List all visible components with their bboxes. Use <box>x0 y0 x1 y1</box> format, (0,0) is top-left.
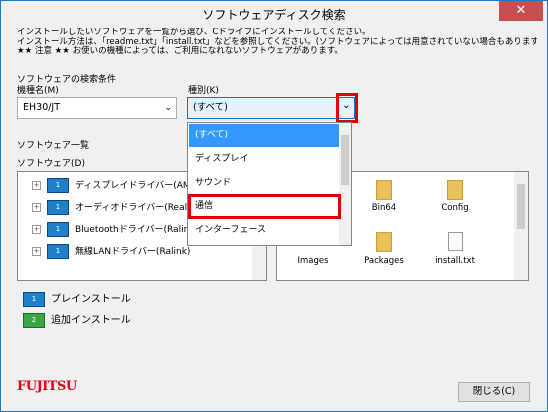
file-label: Packages <box>364 256 404 266</box>
preinstall-icon: 1 <box>47 178 69 193</box>
tree-item[interactable]: +1 無線LANドライバー(Ralink) <box>32 244 190 260</box>
model-label: 機種名(M) <box>17 86 59 96</box>
text-file-icon[interactable] <box>448 232 463 251</box>
tree-item-label: オーディオドライバー(Realtek) <box>75 203 205 213</box>
type-combobox[interactable]: (すべて) <box>187 97 355 119</box>
type-dropdown-list[interactable]: (すべて) ディスプレイ サウンド 通信 インターフェース <box>187 122 352 246</box>
expand-icon[interactable]: + <box>32 225 41 234</box>
addinstall-icon: 2 <box>23 312 45 328</box>
chevron-down-icon: ⌄ <box>164 103 172 113</box>
instruction-line-3: ★★ 注意 ★★ お使いの機種によっては、ご利用になれないソフトウェアがあります… <box>17 46 343 56</box>
fujitsu-logo: FUJITSU <box>17 379 77 394</box>
folder-icon[interactable] <box>376 180 392 200</box>
model-combobox[interactable]: EH30/JT ⌄ <box>17 97 177 119</box>
tree-item[interactable]: +1 オーディオドライバー(Realtek) <box>32 200 205 216</box>
tree-item[interactable]: +1 ディスプレイドライバー(AMD) <box>32 178 201 194</box>
dropdown-option[interactable]: インターフェース <box>189 219 340 242</box>
folder-icon[interactable] <box>447 180 463 200</box>
preinstall-icon: 1 <box>47 200 69 215</box>
instructions: インストールしたいソフトウェアを一覧から選び、Cドライブにインストールしてくださ… <box>17 28 537 57</box>
legend-addinstall-label: 追加インストール <box>51 315 131 326</box>
chevron-down-icon[interactable]: ⌄ <box>342 100 350 111</box>
tree-item[interactable]: +1 Bluetoothドライバー(Ralink) <box>32 222 198 238</box>
software-group-label: ソフトウェア一覧 <box>17 141 90 151</box>
type-value: (すべて) <box>193 102 228 113</box>
preinstall-icon: 1 <box>23 291 45 307</box>
preinstall-icon: 1 <box>47 222 69 237</box>
main-window: ソフトウェアディスク検索 ✕ インストールしたいソフトウェアを一覧から選び、Cド… <box>0 0 548 412</box>
legend-addinstall: 2 追加インストール <box>23 311 131 328</box>
file-label: Images <box>297 256 329 266</box>
tree-item-label: Bluetoothドライバー(Ralink) <box>75 225 199 235</box>
folder-icon[interactable] <box>376 232 392 252</box>
software-list-label: ソフトウェア(D) <box>17 159 85 169</box>
window-title: ソフトウェアディスク検索 <box>202 8 346 22</box>
dropdown-option[interactable]: (すべて) <box>189 124 340 147</box>
close-button[interactable]: 閉じる(C) <box>458 382 530 402</box>
expand-icon[interactable]: + <box>32 181 41 190</box>
tree-item-label: 無線LANドライバー(Ralink) <box>75 247 191 257</box>
title-bar: ソフトウェアディスク検索 ✕ <box>1 1 547 27</box>
type-label: 種別(K) <box>188 86 219 96</box>
dropdown-option[interactable]: ディスプレイ <box>189 148 340 171</box>
scrollbar-thumb[interactable] <box>341 135 349 185</box>
file-label: Bin64 <box>371 203 397 213</box>
tree-item-label: ディスプレイドライバー(AMD) <box>75 181 202 191</box>
file-scrollbar[interactable] <box>514 172 528 280</box>
expand-icon[interactable]: + <box>32 247 41 256</box>
model-value: EH30/JT <box>23 102 61 113</box>
dropdown-scrollbar[interactable] <box>339 123 351 245</box>
legend-preinstall: 1 プレインストール <box>23 290 131 307</box>
option-highlight <box>188 194 341 219</box>
preinstall-icon: 1 <box>47 244 69 259</box>
window-close-button[interactable]: ✕ <box>499 1 543 21</box>
dropdown-option[interactable]: サウンド <box>189 172 340 195</box>
file-label: install.txt <box>435 256 475 266</box>
file-label: Config <box>441 203 469 213</box>
expand-icon[interactable]: + <box>32 203 41 212</box>
legend-preinstall-label: プレインストール <box>51 294 131 305</box>
scrollbar-thumb[interactable] <box>517 184 525 229</box>
